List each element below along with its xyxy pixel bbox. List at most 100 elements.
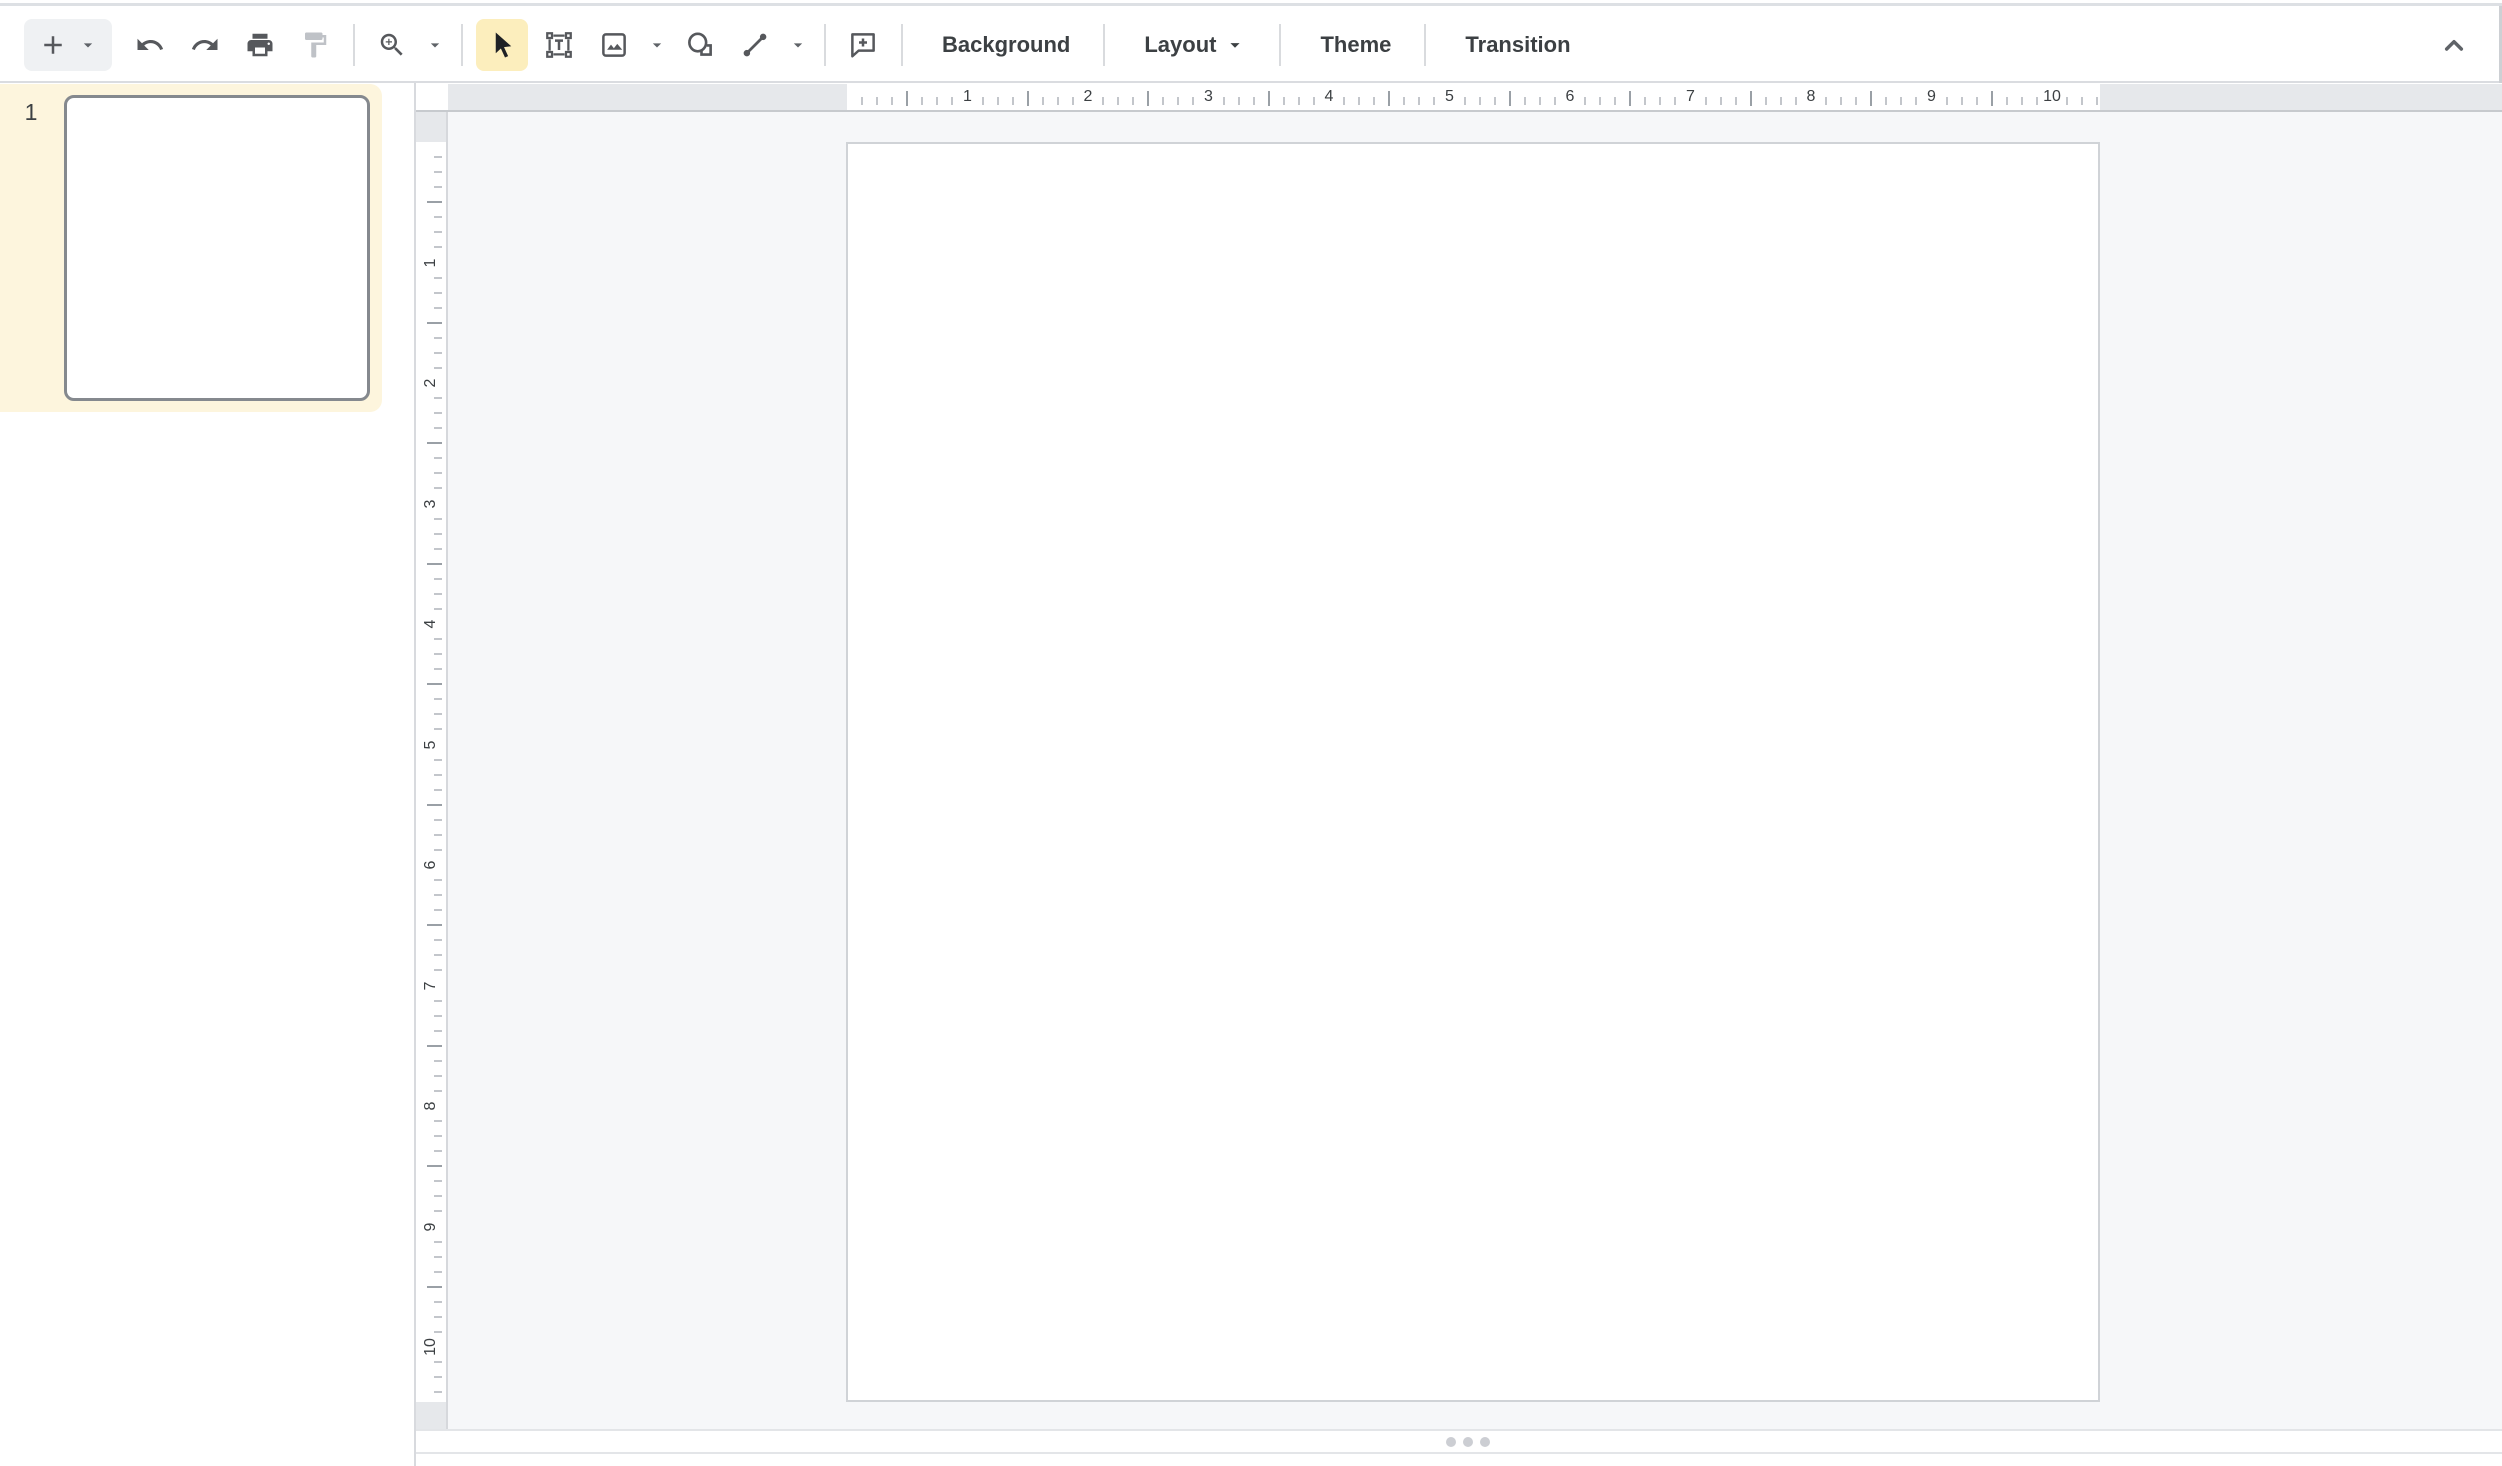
ruler-tick [434, 457, 442, 459]
chevron-down-icon [425, 35, 445, 55]
toolbar: Background Layout Theme Transition [0, 6, 2502, 83]
ruler-tick [434, 1030, 442, 1032]
ruler-tick [1674, 97, 1676, 105]
ruler-tick [1283, 97, 1285, 105]
filmstrip-panel[interactable]: 1 [0, 83, 414, 1466]
redo-button[interactable] [181, 21, 229, 69]
zoom-dropdown-button[interactable] [423, 21, 447, 69]
theme-button[interactable]: Theme [1294, 19, 1417, 71]
ruler-tick [1223, 97, 1225, 105]
canvas-area[interactable] [448, 112, 2502, 1429]
ruler-tick [1961, 97, 1963, 105]
chevron-up-icon [2438, 29, 2470, 61]
ruler-tick [434, 909, 442, 911]
ruler-tick [1885, 97, 1887, 105]
ruler-tick [1358, 97, 1360, 105]
image-dropdown-button[interactable] [645, 21, 669, 69]
insert-line-button[interactable] [731, 21, 779, 69]
ruler-tick [434, 292, 442, 294]
insert-shape-button[interactable] [676, 21, 724, 69]
dot-icon [1480, 1437, 1490, 1447]
layout-button[interactable]: Layout [1118, 19, 1272, 71]
ruler-tick [997, 97, 999, 105]
zoom-button[interactable] [368, 21, 416, 69]
speaker-notes-bar [416, 1429, 2502, 1454]
insert-comment-button[interactable] [839, 21, 887, 69]
ruler-tick [1629, 91, 1631, 106]
ruler-tick [434, 879, 442, 881]
ruler-tick [434, 352, 442, 354]
ruler-tick [1840, 97, 1842, 105]
ruler-tick [1765, 97, 1767, 105]
ruler-tick [434, 1120, 442, 1122]
text-box-button[interactable] [535, 21, 583, 69]
insert-line-icon [740, 30, 770, 60]
ruler-tick [1795, 97, 1797, 105]
zoom-icon [377, 30, 407, 60]
ruler-tick [1780, 97, 1782, 105]
ruler-tick [434, 894, 442, 896]
ruler-tick [1539, 97, 1541, 105]
line-dropdown-button[interactable] [786, 21, 810, 69]
ruler-tick [434, 1256, 442, 1258]
ruler-number: 5 [422, 730, 440, 760]
chevron-down-icon [647, 35, 667, 55]
ruler-tick [434, 427, 442, 429]
ruler-tick [1132, 97, 1134, 105]
ruler-tick [434, 578, 442, 580]
slide-thumbnail[interactable] [64, 95, 370, 401]
ruler-tick [982, 97, 984, 105]
ruler-tick [434, 713, 442, 715]
text-box-icon [544, 30, 574, 60]
select-tool-button[interactable] [476, 19, 528, 71]
slide-page[interactable] [846, 142, 2100, 1402]
ruler-tick [1162, 97, 1164, 105]
dot-icon [1446, 1437, 1456, 1447]
ruler-tick [1027, 91, 1029, 106]
ruler-tick [2006, 97, 2008, 105]
ruler-outside-page-bottom [416, 1402, 446, 1429]
slides-editor: Background Layout Theme Transition 1 [0, 0, 2502, 1466]
ruler-tick [434, 1316, 442, 1318]
ruler-tick [1554, 97, 1556, 105]
ruler-number: 9 [422, 1212, 440, 1242]
paint-format-icon [300, 30, 330, 60]
ruler-tick [1012, 97, 1014, 105]
ruler-tick [1177, 97, 1179, 105]
ruler-tick [434, 548, 442, 550]
ruler-tick [1720, 97, 1722, 105]
ruler-tick [1659, 97, 1661, 105]
ruler-tick [427, 1165, 442, 1167]
chevron-down-icon [1224, 34, 1246, 56]
toolbar-separator [353, 24, 355, 66]
undo-button[interactable] [126, 21, 174, 69]
plus-icon [38, 30, 68, 60]
transition-button[interactable]: Transition [1439, 19, 1596, 71]
print-button[interactable] [236, 21, 284, 69]
ruler-tick [2081, 97, 2083, 105]
ruler-number: 1 [422, 248, 440, 278]
ruler-number: 8 [1807, 83, 1816, 110]
ruler-tick [1268, 91, 1270, 106]
ruler-tick [2066, 97, 2068, 105]
ruler-tick [434, 1301, 442, 1303]
ruler-tick [434, 774, 442, 776]
ruler-number: 2 [422, 368, 440, 398]
ruler-tick [434, 759, 442, 761]
ruler-tick [434, 668, 442, 670]
ruler-tick [427, 322, 442, 324]
ruler-tick [1855, 97, 1857, 105]
ruler-tick [1494, 97, 1496, 105]
ruler-tick [434, 1361, 442, 1363]
background-button[interactable]: Background [916, 19, 1096, 71]
paint-format-button[interactable] [291, 21, 339, 69]
ruler-tick [434, 1150, 442, 1152]
ruler-tick [434, 698, 442, 700]
slide-thumbnail-entry-selected[interactable]: 1 [0, 84, 382, 412]
notes-resize-handle[interactable] [1438, 1436, 1498, 1448]
toolbar-collapse-button[interactable] [2430, 21, 2478, 69]
redo-icon [190, 30, 220, 60]
ruler-tick [1117, 97, 1119, 105]
new-slide-button[interactable] [24, 19, 112, 71]
insert-image-button[interactable] [590, 21, 638, 69]
